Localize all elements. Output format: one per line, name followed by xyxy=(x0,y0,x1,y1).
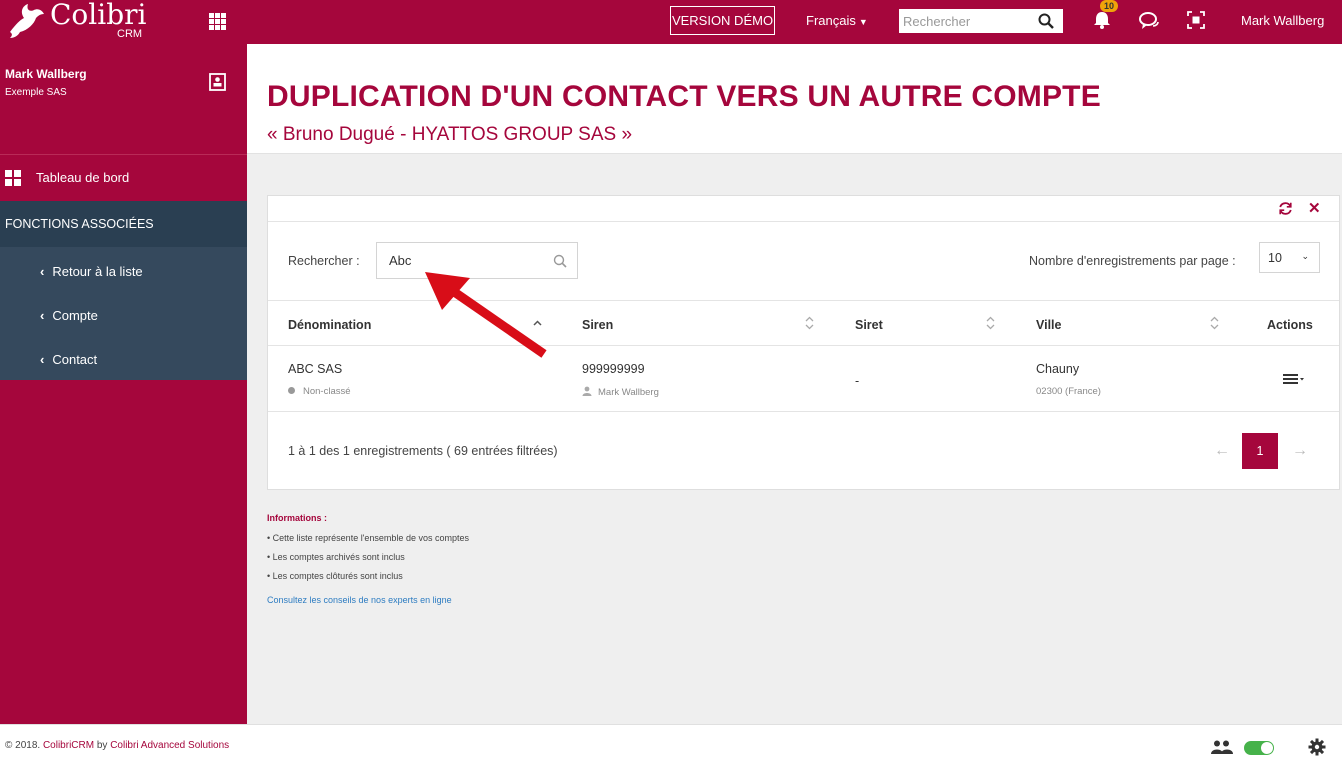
logo-sub: CRM xyxy=(117,28,143,40)
experts-advice-link[interactable]: Consultez les conseils de nos experts en… xyxy=(267,595,469,605)
cell-denomination[interactable]: ABC SAS xyxy=(288,362,342,376)
table-info: 1 à 1 des 1 enregistrements ( 69 entrées… xyxy=(288,444,558,458)
sort-icon[interactable] xyxy=(1210,315,1219,331)
top-search xyxy=(899,9,1063,33)
footer-prefix: © 2018. xyxy=(5,740,43,751)
logo-name: Colibri xyxy=(50,0,147,31)
pagination-prev-button[interactable]: ← xyxy=(1214,442,1230,460)
demo-version-button[interactable]: VERSION DÉMO xyxy=(670,6,775,35)
information-item: • Cette liste représente l'ensemble de v… xyxy=(267,533,469,543)
sidebar-section-label: FONCTIONS ASSOCIÉES xyxy=(5,217,154,231)
sidebar-submenu: ‹ Retour à la liste ‹ Compte ‹ Contact xyxy=(0,247,247,380)
pagination-page-button[interactable]: 1 xyxy=(1242,433,1278,469)
search-icon[interactable] xyxy=(1038,13,1054,29)
information-title: Informations : xyxy=(267,513,327,523)
table-search-label: Rechercher : xyxy=(288,254,360,268)
cell-owner: Mark Wallberg xyxy=(582,386,659,398)
chevron-left-icon: ‹ xyxy=(40,308,45,323)
logo[interactable]: Colibri CRM xyxy=(4,0,154,44)
status-toggle[interactable] xyxy=(1244,741,1274,755)
cell-classification: Non-classé xyxy=(288,386,351,397)
information-item: • Les comptes clôturés sont inclus xyxy=(267,571,403,581)
column-header-denomination[interactable]: Dénomination xyxy=(288,318,371,332)
annotation-arrow-icon xyxy=(425,272,547,358)
footer-brand-link[interactable]: ColibriCRM xyxy=(43,740,94,751)
status-dot-icon xyxy=(288,387,295,394)
footer-middle: by xyxy=(94,740,111,751)
sidebar-item-label: Compte xyxy=(52,308,98,323)
sidebar-item-back-to-list[interactable]: ‹ Retour à la liste xyxy=(40,264,143,279)
sidebar-section-header: FONCTIONS ASSOCIÉES xyxy=(0,201,247,247)
sidebar-item-label: Tableau de bord xyxy=(36,170,130,185)
sort-icon[interactable] xyxy=(805,315,814,331)
cell-siret: - xyxy=(855,374,860,388)
sidebar-company: Exemple SAS xyxy=(5,87,67,98)
column-header-siret[interactable]: Siret xyxy=(855,318,883,332)
sidebar-item-label: Contact xyxy=(52,352,98,367)
gear-icon[interactable] xyxy=(1308,738,1326,756)
sort-icon[interactable] xyxy=(986,315,995,331)
cell-ville: Chauny xyxy=(1036,362,1080,376)
profile-card-icon[interactable] xyxy=(209,73,226,91)
per-page-label: Nombre d'enregistrements par page : xyxy=(1029,254,1236,268)
language-selector[interactable]: Français ▼ xyxy=(806,13,868,28)
notification-badge: 10 xyxy=(1100,0,1119,12)
sidebar-item-label: Retour à la liste xyxy=(52,264,143,279)
apps-grid-icon[interactable] xyxy=(209,13,226,30)
dashboard-icon xyxy=(5,170,21,186)
users-icon[interactable] xyxy=(1210,739,1234,755)
page-header: DUPLICATION D'UN CONTACT VERS UN AUTRE C… xyxy=(247,44,1342,154)
user-icon xyxy=(582,386,592,396)
close-icon[interactable]: ✕ xyxy=(1308,199,1321,217)
footer-company-link[interactable]: Colibri Advanced Solutions xyxy=(110,740,229,751)
page-title: DUPLICATION D'UN CONTACT VERS UN AUTRE C… xyxy=(267,80,1101,113)
top-bar: Colibri CRM VERSION DÉMO Français▼ 10 Ma… xyxy=(0,0,1342,44)
pagination-next-button[interactable]: → xyxy=(1292,442,1308,460)
chat-icon[interactable] xyxy=(1139,11,1159,31)
chevron-down-icon: ⌄ xyxy=(1301,251,1309,261)
search-icon xyxy=(553,254,567,268)
page-subtitle: « Bruno Dugué - HYATTOS GROUP SAS » xyxy=(267,124,633,145)
cell-siren: 999999999 xyxy=(582,362,645,376)
top-search-input[interactable] xyxy=(899,9,1034,33)
chevron-left-icon: ‹ xyxy=(40,264,45,279)
sidebar-item-contact[interactable]: ‹ Contact xyxy=(40,352,97,367)
sidebar-item-account[interactable]: ‹ Compte xyxy=(40,308,98,323)
actions-menu-icon[interactable] xyxy=(1283,373,1307,385)
column-header-siren[interactable]: Siren xyxy=(582,318,613,332)
column-header-actions: Actions xyxy=(1267,318,1313,332)
cell-ville-detail: 02300 (France) xyxy=(1036,386,1101,397)
panel-toolbar: ✕ xyxy=(268,196,1339,222)
refresh-icon[interactable] xyxy=(1278,201,1293,216)
footer: © 2018. ColibriCRM by Colibri Advanced S… xyxy=(0,724,1342,766)
owner-label: Mark Wallberg xyxy=(598,387,659,398)
classification-label: Non-classé xyxy=(303,386,351,397)
language-label: Français xyxy=(806,13,856,28)
colibri-bird-icon xyxy=(10,4,44,38)
sidebar-item-dashboard[interactable]: Tableau de bord xyxy=(0,155,247,201)
chevron-down-icon: ▼ xyxy=(858,17,868,27)
bell-icon[interactable] xyxy=(1092,10,1112,30)
sidebar-user-name: Mark Wallberg xyxy=(5,67,87,81)
chevron-left-icon: ‹ xyxy=(40,352,45,367)
information-block: Informations : • Cette liste représente … xyxy=(267,513,469,605)
information-item: • Les comptes archivés sont inclus xyxy=(267,552,405,562)
toggle-knob xyxy=(1261,742,1273,754)
footer-copyright: © 2018. ColibriCRM by Colibri Advanced S… xyxy=(5,740,229,751)
per-page-value: 10 xyxy=(1268,251,1282,265)
column-header-ville[interactable]: Ville xyxy=(1036,318,1061,332)
top-user-name[interactable]: Mark Wallberg xyxy=(1241,13,1324,28)
sidebar: Mark Wallberg Exemple SAS Tableau de bor… xyxy=(0,44,247,724)
per-page-select[interactable]: 10 ⌄ xyxy=(1259,242,1320,273)
fullscreen-icon[interactable] xyxy=(1187,11,1205,29)
